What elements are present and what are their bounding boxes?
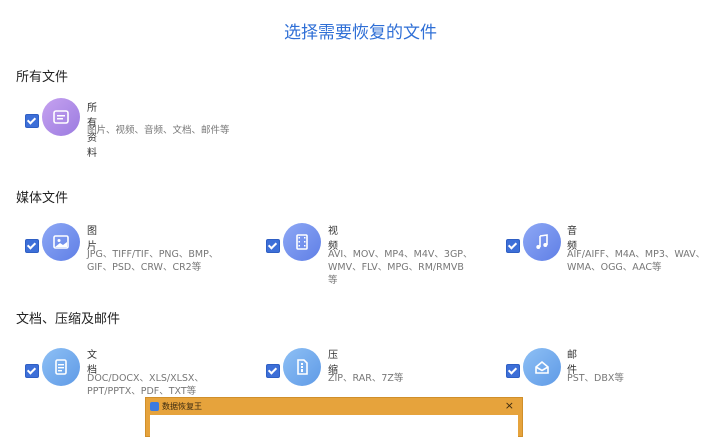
option-audio-desc: AIF/AIFF、M4A、MP3、WAV、WMA、OGG、AAC等 — [567, 249, 706, 273]
page-title: 选择需要恢复的文件 — [284, 23, 437, 43]
all-files-icon — [42, 98, 80, 136]
section-all-files-label: 所有文件 — [16, 70, 69, 85]
checkbox-all-data[interactable] — [25, 114, 39, 128]
section-media-files-label: 媒体文件 — [16, 191, 69, 206]
option-documents-desc: DOC/DOCX、XLS/XLSX、PPT/PPTX、PDF、TXT等 — [87, 373, 204, 397]
recovery-dialog: 数据恢复王 × — [145, 397, 523, 438]
checkbox-pictures[interactable] — [25, 239, 39, 253]
film-icon — [283, 223, 321, 261]
image-icon — [42, 223, 80, 261]
option-pictures-desc: JPG、TIFF/TIF、PNG、BMP、GIF、PSD、CRW、CR2等 — [87, 249, 219, 273]
option-video-desc: AVI、MOV、MP4、M4V、3GP、WMV、FLV、MPG、RM/RMVB等 — [328, 249, 473, 286]
dialog-close-button[interactable]: × — [505, 399, 514, 412]
option-mail-desc: PST、DBX等 — [567, 373, 624, 384]
checkbox-documents[interactable] — [25, 364, 39, 378]
music-note-icon — [523, 223, 561, 261]
section-docs-label: 文档、压缩及邮件 — [16, 312, 121, 327]
mail-icon — [523, 348, 561, 386]
app-logo-icon — [150, 402, 159, 411]
document-icon — [42, 348, 80, 386]
checkbox-mail[interactable] — [506, 364, 520, 378]
option-all-data-desc: 图片、视频、音频、文档、邮件等 — [87, 125, 230, 136]
checkbox-audio[interactable] — [506, 239, 520, 253]
checkbox-archive[interactable] — [266, 364, 280, 378]
dialog-title: 数据恢复王 — [162, 402, 202, 411]
checkbox-video[interactable] — [266, 239, 280, 253]
archive-icon — [283, 348, 321, 386]
option-archive-desc: ZIP、RAR、7Z等 — [328, 373, 404, 384]
